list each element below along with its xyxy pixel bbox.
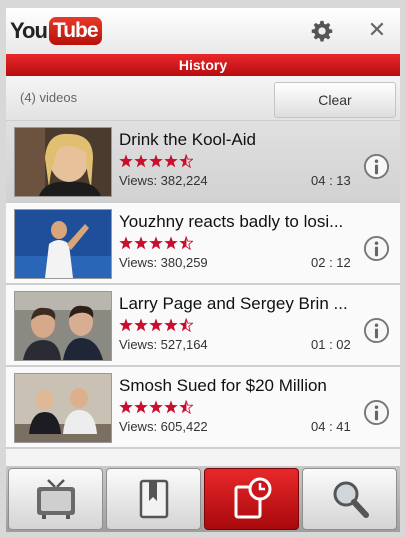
rating-stars [119,236,194,250]
video-thumbnail [14,209,112,279]
video-thumbnail [14,291,112,361]
view-count: Views: 527,164 [119,337,208,352]
video-title: Larry Page and Sergey Brin ... [119,294,348,313]
star-icon [119,400,133,414]
info-icon[interactable] [363,153,390,180]
star-icon [134,236,148,250]
star-icon [119,236,133,250]
star-icon [149,400,163,414]
app-header: You Tube ✕ [6,8,400,54]
video-duration: 04 : 41 [311,419,351,434]
half-star-icon [179,400,193,414]
page-title: History [6,54,400,76]
star-icon [164,154,178,168]
logo-tube-text: Tube [48,17,102,45]
info-icon[interactable] [363,317,390,344]
video-title: Drink the Kool-Aid [119,130,257,149]
history-icon [234,477,272,519]
youtube-app: You Tube ✕ History (4) videos Clear Drin… [6,8,400,532]
nav-history-button[interactable] [204,468,299,530]
rating-stars [119,318,194,332]
video-list-item[interactable]: Smosh Sued for $20 Million Views: 605,42… [6,367,400,449]
video-duration: 02 : 12 [311,255,351,270]
info-icon[interactable] [363,399,390,426]
half-star-icon [179,236,193,250]
video-duration: 01 : 02 [311,337,351,352]
video-list-item[interactable]: Youzhny reacts badly to losi... Views: 3… [6,203,400,285]
star-icon [119,318,133,332]
rating-stars [119,154,194,168]
youtube-logo: You Tube [10,16,102,46]
star-icon [119,154,133,168]
star-icon [149,236,163,250]
video-title: Smosh Sued for $20 Million [119,376,327,395]
info-icon[interactable] [363,235,390,262]
history-toolbar: (4) videos Clear [6,78,400,121]
bookmark-icon [139,479,169,519]
view-count: Views: 605,422 [119,419,208,434]
star-icon [149,318,163,332]
clear-button[interactable]: Clear [274,82,396,118]
star-icon [149,154,163,168]
rating-stars [119,400,194,414]
gear-icon[interactable] [311,20,333,42]
video-duration: 04 : 13 [311,173,351,188]
nav-search-button[interactable] [302,468,397,530]
video-list-item[interactable]: Larry Page and Sergey Brin ... Views: 52… [6,285,400,367]
tv-icon [37,479,75,519]
search-icon [333,481,369,518]
video-list-item[interactable]: Drink the Kool-Aid Views: 382,224 04 : 1… [6,121,400,203]
video-thumbnail [14,127,112,197]
star-icon [164,400,178,414]
video-count: (4) videos [20,90,78,105]
half-star-icon [179,318,193,332]
view-count: Views: 382,224 [119,173,208,188]
video-title: Youzhny reacts badly to losi... [119,212,344,231]
video-list: Drink the Kool-Aid Views: 382,224 04 : 1… [6,121,400,449]
nav-bookmarks-button[interactable] [106,468,201,530]
logo-you-text: You [10,18,48,43]
star-icon [134,400,148,414]
nav-tv-button[interactable] [8,468,103,530]
star-icon [134,318,148,332]
star-icon [164,318,178,332]
bottom-nav [6,466,400,532]
close-icon[interactable]: ✕ [366,18,388,42]
half-star-icon [179,154,193,168]
video-thumbnail [14,373,112,443]
star-icon [134,154,148,168]
view-count: Views: 380,259 [119,255,208,270]
star-icon [164,236,178,250]
